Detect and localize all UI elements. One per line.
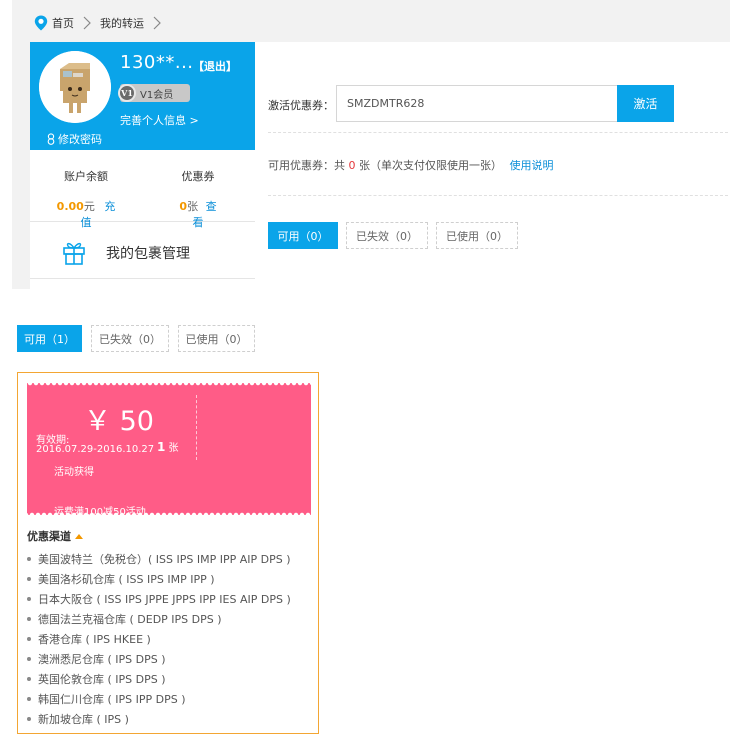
list-item: 韩国仁川仓库 ( IPS IPP DPS ) — [27, 689, 291, 709]
avatar[interactable] — [39, 51, 111, 123]
channel-label: 韩国仁川仓库 ( IPS IPP DPS ) — [38, 693, 186, 706]
coupon-promo: 运费满100减50活动 — [54, 507, 146, 518]
coupon-card: ￥ 50 有效期: 2016.07.29-2016.10.27 1 张 活动获得… — [17, 372, 319, 734]
chevron-right-icon — [83, 16, 91, 30]
package-management-label: 我的包裹管理 — [106, 246, 190, 262]
activate-coupon-label: 激活优惠券： — [268, 99, 334, 112]
coupons-count: 0 — [179, 200, 188, 213]
bullet-icon — [27, 677, 31, 681]
coupon-quantity-unit: 张 — [168, 443, 179, 454]
coupon-code-input[interactable] — [336, 85, 617, 122]
tab-available[interactable]: 可用（1） — [17, 325, 82, 352]
channels-list: 美国波特兰（免税仓）( ISS IPS IMP IPP AIP DPS ) 美国… — [27, 549, 291, 729]
lock-icon — [47, 133, 55, 145]
channels-toggle[interactable]: 优惠渠道 — [27, 528, 83, 544]
change-password-link[interactable]: 修改密码 — [46, 131, 102, 147]
ticket-edge — [27, 383, 311, 387]
channel-label: 香港仓库 ( IPS HKEE ) — [38, 633, 151, 646]
list-item: 美国洛杉矶仓库 ( ISS IPS IMP IPP ) — [27, 569, 291, 589]
complete-profile-link[interactable]: 完善个人信息 > — [120, 112, 199, 128]
coupon-ticket[interactable]: ￥ 50 有效期: 2016.07.29-2016.10.27 1 张 活动获得… — [27, 383, 311, 518]
user-header: 130**... 【退出】 V1 V1会员 完善个人信息 > 修改密码 — [30, 42, 255, 150]
list-item: 澳洲悉尼仓库 ( IPS DPS ) — [27, 649, 291, 669]
box-character-avatar-icon — [39, 51, 111, 123]
channel-label: 澳洲悉尼仓库 ( IPS DPS ) — [38, 653, 166, 666]
balance-unit: 元 — [83, 200, 95, 213]
channel-label: 德国法兰克福仓库 ( DEDP IPS DPS ) — [38, 613, 222, 626]
coupon-quantity: 1 张 — [157, 439, 179, 454]
ticket-divider — [196, 395, 197, 460]
coupon-quantity-num: 1 — [157, 440, 166, 454]
channel-label: 日本大阪仓 ( ISS IPS JPPE JPPS IPP IES AIP DP… — [38, 593, 291, 606]
divider — [268, 132, 728, 133]
divider — [268, 195, 728, 196]
tab-used[interactable]: 已使用（0） — [178, 325, 255, 352]
list-item: 德国法兰克福仓库 ( DEDP IPS DPS ) — [27, 609, 291, 629]
change-password-label: 修改密码 — [58, 133, 102, 146]
available-coupons-info: 可用优惠券：共 0 张（单次支付仅限使用一张） 使用说明 — [268, 157, 554, 173]
balance-amount: 0.00 — [56, 200, 84, 213]
list-item: 新加坡仓库 ( IPS ) — [27, 709, 291, 729]
channel-label: 新加坡仓库 ( IPS ) — [38, 713, 129, 726]
vip-badge: V1 V1会员 — [118, 84, 190, 102]
list-item: 日本大阪仓 ( ISS IPS JPPE JPPS IPP IES AIP DP… — [27, 589, 291, 609]
breadcrumb-home[interactable]: 首页 — [52, 15, 74, 31]
tab-available-top[interactable]: 可用（0） — [268, 222, 338, 249]
channel-label: 美国波特兰（免税仓）( ISS IPS IMP IPP AIP DPS ) — [38, 553, 291, 566]
channels-title: 优惠渠道 — [27, 530, 71, 543]
bullet-icon — [27, 717, 31, 721]
bullet-icon — [27, 657, 31, 661]
caret-up-icon — [75, 533, 83, 539]
coupons-label: 优惠券 — [181, 170, 215, 183]
balance-label: 账户余额 — [64, 170, 108, 183]
list-item: 香港仓库 ( IPS HKEE ) — [27, 629, 291, 649]
breadcrumb-current[interactable]: 我的转运 — [100, 15, 144, 31]
breadcrumb: 首页 我的转运 — [34, 11, 170, 35]
list-item: 英国伦敦仓库 ( IPS DPS ) — [27, 669, 291, 689]
coupon-source: 活动获得 — [54, 467, 94, 478]
available-count: 0 — [348, 159, 356, 172]
balance-block: 账户余额 0.00元 充值 — [54, 168, 118, 230]
coupons-unit: 张 — [187, 200, 199, 213]
tab-expired-top[interactable]: 已失效（0） — [346, 222, 428, 249]
vip-label: V1会员 — [140, 89, 174, 101]
bullet-icon — [27, 577, 31, 581]
vip-level-icon: V1 — [118, 84, 136, 102]
available-prefix: 可用优惠券：共 — [268, 159, 345, 172]
channel-label: 美国洛杉矶仓库 ( ISS IPS IMP IPP ) — [38, 573, 215, 586]
bullet-icon — [27, 597, 31, 601]
bullet-icon — [27, 617, 31, 621]
validity-dates: 2016.07.29-2016.10.27 — [36, 444, 155, 455]
available-suffix: 张（单次支付仅限使用一张） — [359, 159, 502, 172]
bullet-icon — [27, 697, 31, 701]
location-pin-icon — [34, 15, 48, 31]
tab-used-top[interactable]: 已使用（0） — [436, 222, 518, 249]
chevron-right-icon — [153, 16, 161, 30]
bullet-icon — [27, 557, 31, 561]
username: 130**... — [120, 52, 194, 73]
tab-expired[interactable]: 已失效（0） — [91, 325, 169, 352]
coupon-amount: ￥ 50 — [84, 406, 154, 437]
bullet-icon — [27, 637, 31, 641]
channel-label: 英国伦敦仓库 ( IPS DPS ) — [38, 673, 166, 686]
list-item: 美国波特兰（免税仓）( ISS IPS IMP IPP AIP DPS ) — [27, 549, 291, 569]
package-management-link[interactable]: 我的包裹管理 — [30, 223, 255, 279]
user-card: 130**... 【退出】 V1 V1会员 完善个人信息 > 修改密码 账户余额… — [30, 42, 255, 289]
logout-link[interactable]: 【退出】 — [193, 58, 237, 74]
gift-icon — [63, 242, 85, 265]
balance-row: 账户余额 0.00元 充值 优惠券 0张 查看 — [30, 150, 255, 229]
activate-button[interactable]: 激活 — [617, 85, 674, 122]
coupons-block: 优惠券 0张 查看 — [174, 168, 222, 230]
usage-instructions-link[interactable]: 使用说明 — [510, 159, 554, 172]
